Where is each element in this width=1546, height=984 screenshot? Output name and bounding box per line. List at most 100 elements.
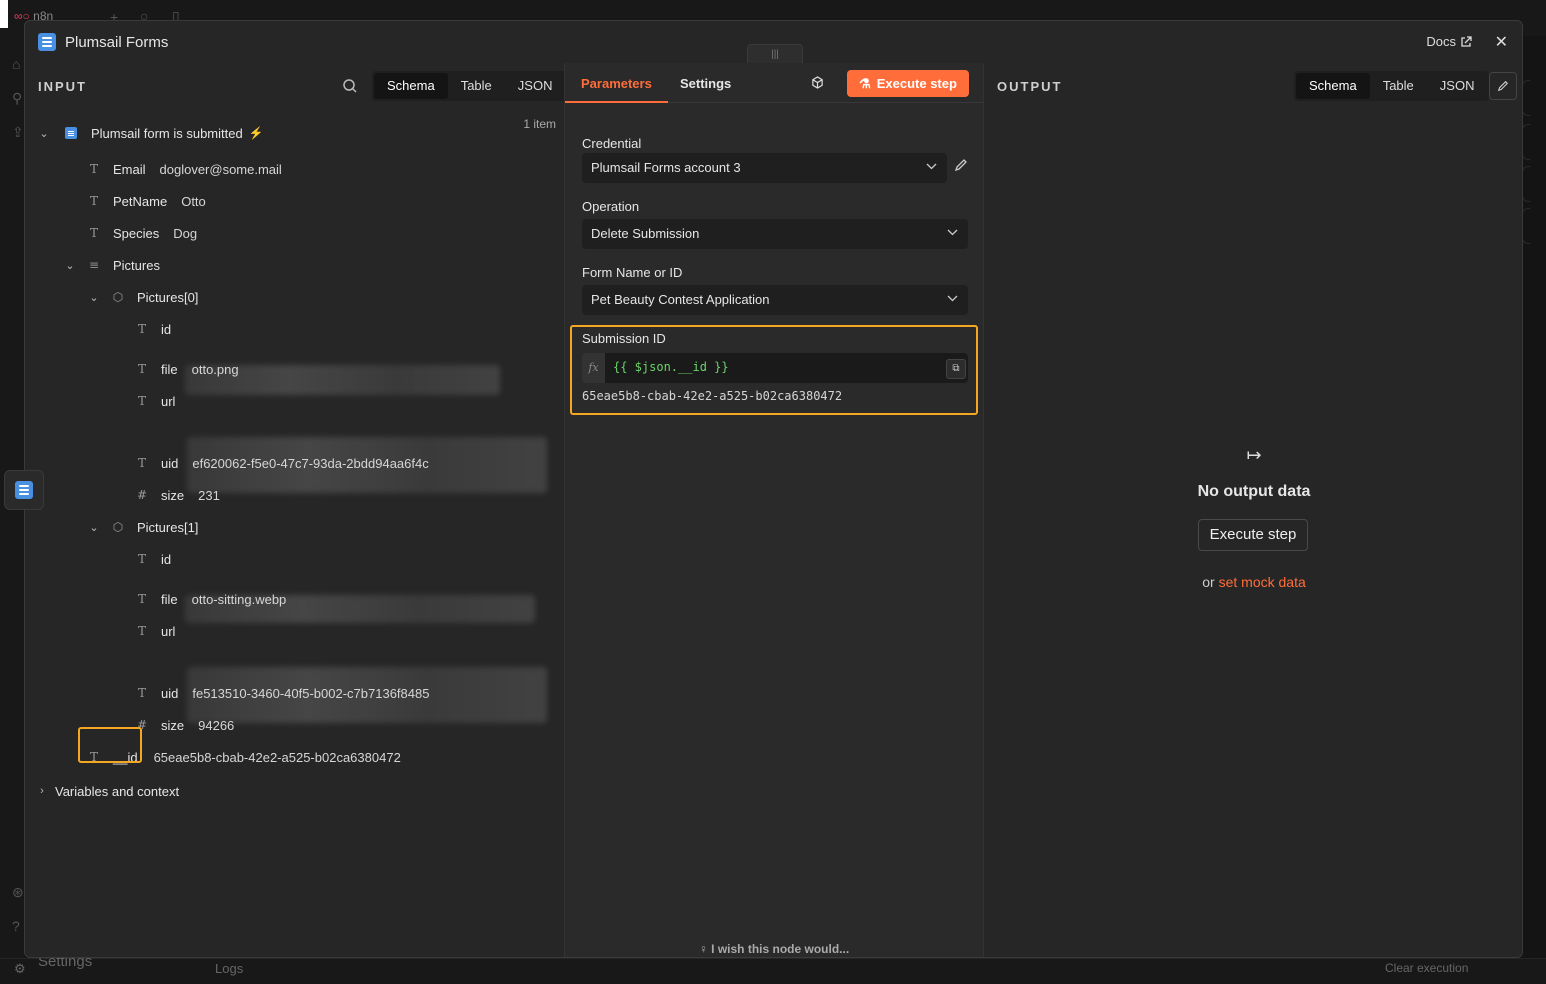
modal-title[interactable]: Plumsail Forms [65,34,168,51]
user-icon[interactable]: ⚲ [12,90,22,107]
text-type-icon: T [89,162,98,176]
field-row-species[interactable]: T Species Dog [87,223,197,243]
field-row-email[interactable]: T Email doglover@some.mail [87,159,282,179]
chevron-down-icon[interactable]: ⌄ [37,127,51,140]
field-key: uid [161,455,179,471]
output-view-json[interactable]: JSON [1427,73,1488,99]
field-row-p0-uid[interactable]: T uid ef620062-f5e0-47c7-93da-2bdd94aa6f… [135,453,429,473]
chevron-right-icon[interactable]: › [35,785,49,797]
search-icon[interactable] [342,78,358,94]
flask-icon: ⚗ [859,75,871,91]
field-row-pictures[interactable]: ⌄ ≡ Pictures [63,255,160,275]
text-type-icon: T [137,456,146,470]
field-value: Otto [181,193,206,209]
tab-settings[interactable]: Settings [680,76,731,91]
edit-output-button[interactable] [1489,72,1517,100]
docs-link[interactable]: Docs [1426,34,1472,49]
close-icon[interactable]: ✕ [1495,32,1508,52]
templates-icon[interactable]: ⊛ [12,884,24,901]
clear-execution-button[interactable]: Clear execution [1385,961,1468,975]
operation-label: Operation [582,199,640,214]
field-key: uid [161,685,179,701]
form-value: Pet Beauty Contest Application [591,292,770,307]
field-row-pictures-1[interactable]: ⌄ ⬡ Pictures[1] [87,517,198,537]
chevron-down-icon[interactable]: ⌄ [87,521,101,534]
field-row-p1-uid[interactable]: T uid fe513510-3460-40f5-b002-c7b7136f84… [135,683,429,703]
resolved-value: 65eae5b8-cbab-42e2-a525-b02ca6380472 [582,389,843,403]
field-key: id [161,551,172,567]
field-row-p1-url[interactable]: T url [135,621,175,641]
chevron-down-icon[interactable]: ⌄ [87,291,101,304]
chevron-down-icon[interactable]: ⌄ [63,259,77,272]
output-view-schema[interactable]: Schema [1296,73,1370,99]
execute-step-label: Execute step [876,76,957,91]
canvas-control[interactable] [1522,166,1530,202]
field-value: 231 [198,487,220,503]
set-mock-data-link[interactable]: set mock data [1219,574,1306,590]
variables-context-row[interactable]: › Variables and context [35,781,179,801]
text-type-icon: T [137,362,146,376]
field-row-p0-url[interactable]: T url [135,391,175,411]
lightning-icon: ⚡ [248,126,264,140]
text-type-icon: T [89,194,98,208]
output-view-table[interactable]: Table [1370,73,1427,99]
field-value: doglover@some.mail [159,161,282,177]
field-row-p1-file[interactable]: T file otto-sitting.webp [135,589,286,609]
field-key: Email [113,161,146,177]
help-icon[interactable]: ? [12,918,20,934]
pencil-icon[interactable] [954,158,968,172]
no-output-title: No output data [1197,483,1311,500]
field-row-p0-file[interactable]: T file otto.png [135,359,239,379]
canvas-control[interactable] [1522,208,1530,244]
tab-parameters[interactable]: Parameters [565,76,668,103]
field-value: otto-sitting.webp [191,591,287,607]
field-row-p0-id[interactable]: T id [135,319,171,339]
field-row-p0-size[interactable]: # size 231 [135,485,220,505]
expand-editor-icon[interactable]: ⧉ [946,359,966,379]
field-key: size [161,487,185,503]
output-panel: OUTPUT Schema Table JSON ↦ No output dat… [984,63,1522,957]
text-type-icon: T [137,322,146,336]
input-view-json[interactable]: JSON [505,73,566,99]
field-key: Pictures[1] [137,519,199,535]
settings-gear-icon[interactable]: ⚙ [14,961,26,977]
trigger-row[interactable]: ⌄ Plumsail form is submitted ⚡ [37,123,264,143]
field-row-p1-id[interactable]: T id [135,549,171,569]
field-row-petname[interactable]: T PetName Otto [87,191,206,211]
input-view-schema[interactable]: Schema [374,73,448,99]
floating-node-button[interactable] [4,470,44,510]
drag-handle[interactable]: ||| [747,44,803,64]
field-value: Dog [173,225,198,241]
feedback-label: I wish this node would... [711,942,850,956]
feedback-link[interactable]: ♀ I wish this node would... [565,942,983,956]
field-value: 94266 [198,717,235,733]
chevron-down-icon [947,295,958,302]
logs-tab[interactable]: Logs [215,961,243,976]
lightbulb-icon: ♀ [698,942,708,956]
plumsail-forms-icon [65,127,77,139]
credential-select[interactable]: Plumsail Forms account 3 [582,153,947,183]
field-value: ef620062-f5e0-47c7-93da-2bdd94aa6f4c [192,455,429,471]
operation-select[interactable]: Delete Submission [582,219,968,249]
execute-step-button[interactable]: ⚗ Execute step [847,70,969,97]
cube-icon[interactable] [811,76,824,89]
share-icon[interactable]: ⇪ [12,124,24,141]
or-label: or [1202,574,1215,590]
field-row-p1-size[interactable]: # size 94266 [135,715,234,735]
docs-label: Docs [1426,34,1456,49]
field-key: file [161,361,178,377]
field-row-pictures-0[interactable]: ⌄ ⬡ Pictures[0] [87,287,198,307]
output-execute-step-button[interactable]: Execute step [1198,519,1308,551]
canvas-control[interactable] [1522,80,1530,116]
plumsail-forms-icon [15,481,33,499]
form-select[interactable]: Pet Beauty Contest Application [582,285,968,315]
canvas-control[interactable] [1522,124,1530,160]
text-type-icon: T [137,686,146,700]
input-view-table[interactable]: Table [448,73,505,99]
item-count: 1 item [523,117,556,131]
home-icon[interactable]: ⌂ [12,56,20,72]
submission-id-expression[interactable]: fx {{ $json.__id }} ⧉ [582,353,968,383]
external-link-icon [1461,35,1472,47]
output-panel-label: OUTPUT [997,79,1063,94]
expression-text: {{ $json.__id }} [613,360,729,374]
